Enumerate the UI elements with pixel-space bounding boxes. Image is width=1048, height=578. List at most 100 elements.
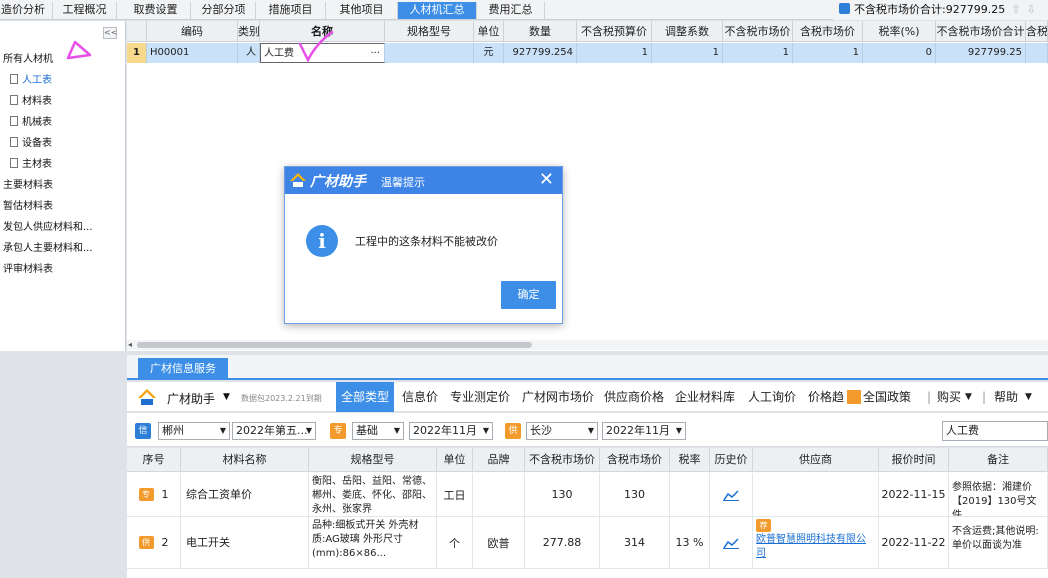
col-header-budget-price[interactable]: 不含税预算价 bbox=[577, 21, 652, 42]
th-note[interactable]: 备注 bbox=[949, 448, 1048, 472]
col-header-tax-rate[interactable]: 税率(%) bbox=[863, 21, 936, 42]
th-index[interactable]: 序号 bbox=[127, 448, 181, 472]
menu-labor-inquiry[interactable]: 人工询价 bbox=[748, 382, 796, 412]
col-header-unit[interactable]: 单位 bbox=[474, 21, 504, 42]
col-header-market-price-ex[interactable]: 不含税市场价 bbox=[723, 21, 793, 42]
scroll-left-icon[interactable]: ◂ bbox=[128, 340, 132, 349]
tree-item-main-materials[interactable]: 主材表 bbox=[10, 158, 52, 172]
supplier-tag-icon: 供 bbox=[138, 536, 154, 549]
pro-type-select[interactable]: 基础 ▼ bbox=[352, 422, 404, 440]
menu-pro-price[interactable]: 专业测定价 bbox=[450, 382, 510, 412]
region-select[interactable]: 郴州 ▼ bbox=[158, 422, 230, 440]
menu-enterprise-lib[interactable]: 企业材料库 bbox=[675, 382, 735, 412]
cell-total-ex[interactable]: 927799.25 bbox=[936, 43, 1026, 63]
scrollbar-thumb[interactable] bbox=[137, 342, 532, 348]
chevron-down-icon[interactable]: ▼ bbox=[965, 382, 972, 412]
col-header-name[interactable]: 名称 bbox=[260, 21, 385, 42]
menu-buy[interactable]: 购买 bbox=[937, 382, 961, 412]
menu-info-price[interactable]: 信息价 bbox=[402, 382, 438, 412]
col-header-total-ex[interactable]: 不含税市场价合计 bbox=[936, 21, 1026, 42]
th-spec[interactable]: 规格型号 bbox=[309, 448, 437, 472]
checkbox-icon[interactable] bbox=[839, 3, 850, 14]
down-arrow-icon[interactable]: ⇩ bbox=[1026, 3, 1035, 16]
supply-month-select[interactable]: 2022年11月 ▼ bbox=[602, 422, 686, 440]
close-icon[interactable]: ✕ bbox=[539, 169, 554, 191]
cell-market-price-ex[interactable]: 1 bbox=[723, 43, 793, 63]
up-arrow-icon[interactable]: ⇧ bbox=[1011, 3, 1020, 16]
supplier-link[interactable]: 欧普智慧照明科技有限公司 bbox=[756, 534, 866, 559]
tab-fee-summary[interactable]: 费用汇总 bbox=[477, 2, 545, 19]
tab-project-overview[interactable]: 工程概况 bbox=[53, 2, 117, 19]
cell-total-in[interactable] bbox=[1026, 43, 1048, 63]
search-input[interactable]: 人工费 bbox=[942, 421, 1048, 441]
tab-sub-items[interactable]: 分部分项 bbox=[192, 2, 256, 19]
tree-item-provisional[interactable]: 暂估材料表 bbox=[3, 200, 53, 214]
col-header-quantity[interactable]: 数量 bbox=[504, 21, 577, 42]
menu-national-policy[interactable]: 全国政策 bbox=[863, 382, 911, 412]
col-header-spec[interactable]: 规格型号 bbox=[385, 21, 474, 42]
tree-item-materials[interactable]: 材料表 bbox=[10, 95, 52, 109]
th-history[interactable]: 历史价 bbox=[710, 448, 753, 472]
tab-cost-analysis[interactable]: 造价分析 bbox=[0, 2, 53, 19]
cell-category[interactable]: 人 bbox=[238, 43, 260, 63]
supply-city-select[interactable]: 长沙 ▼ bbox=[526, 422, 598, 440]
menu-price-trend[interactable]: 价格趋 bbox=[808, 382, 844, 412]
cell-unit[interactable]: 元 bbox=[474, 43, 504, 63]
tab-fee-settings[interactable]: 取费设置 bbox=[121, 2, 191, 19]
menu-market-price[interactable]: 广材网市场价 bbox=[522, 382, 594, 412]
cell-code[interactable]: H00001 bbox=[147, 43, 238, 63]
pro-tag-icon: 专 bbox=[138, 488, 154, 501]
col-header-in-tax[interactable]: 含税 bbox=[1026, 21, 1048, 42]
th-price-ex[interactable]: 不含税市场价 bbox=[525, 448, 600, 472]
chevron-down-icon[interactable]: ▼ bbox=[223, 392, 230, 402]
document-icon bbox=[10, 95, 18, 105]
tree-item-labor[interactable]: 人工表 bbox=[10, 74, 52, 88]
th-material-name[interactable]: 材料名称 bbox=[181, 448, 309, 472]
cell-quantity[interactable]: 927799.254 bbox=[504, 43, 577, 63]
col-header-category[interactable]: 类别 bbox=[238, 21, 260, 42]
tree-item-employer-supplied[interactable]: 发包人供应材料和... bbox=[3, 221, 93, 235]
chevron-down-icon: ▼ bbox=[482, 426, 489, 435]
menu-all-types[interactable]: 全部类型 bbox=[336, 382, 395, 412]
col-header-adjust-factor[interactable]: 调整系数 bbox=[652, 21, 723, 42]
th-price-in[interactable]: 含税市场价 bbox=[600, 448, 670, 472]
tree-item-equipment[interactable]: 设备表 bbox=[10, 137, 52, 151]
history-chart-icon[interactable] bbox=[710, 517, 753, 569]
menu-supplier-price[interactable]: 供应商价格 bbox=[604, 382, 664, 412]
cell-adjust-factor[interactable]: 1 bbox=[652, 43, 723, 63]
th-unit[interactable]: 单位 bbox=[437, 448, 473, 472]
tab-resource-summary[interactable]: 人材机汇总 bbox=[398, 2, 477, 19]
th-tax[interactable]: 税率 bbox=[670, 448, 710, 472]
chevron-down-icon[interactable]: ▼ bbox=[1025, 382, 1032, 412]
tree-item-key-materials[interactable]: 主要材料表 bbox=[3, 179, 53, 193]
tab-guangcai-service[interactable]: 广材信息服务 bbox=[138, 358, 228, 380]
pro-month-select[interactable]: 2022年11月 ▼ bbox=[409, 422, 493, 440]
collapse-panel-button[interactable]: << bbox=[103, 27, 117, 39]
tab-other-items[interactable]: 其他项目 bbox=[326, 2, 398, 19]
row-index[interactable]: 1 bbox=[127, 43, 147, 63]
total-summary: 不含税市场价合计:927799.25 ⇧ ⇩ bbox=[833, 0, 1048, 20]
cell-spec[interactable] bbox=[385, 43, 474, 63]
ok-button[interactable]: 确定 bbox=[501, 281, 556, 309]
supplier-badge-icon: 供 bbox=[505, 423, 521, 439]
menu-help[interactable]: 帮助 bbox=[994, 382, 1018, 412]
period-select[interactable]: 2022年第五... ▼ bbox=[232, 422, 316, 440]
horizontal-scrollbar[interactable]: ◂ bbox=[127, 340, 1048, 350]
tab-measures[interactable]: 措施项目 bbox=[256, 2, 326, 19]
cell-market-price-in[interactable]: 1 bbox=[793, 43, 863, 63]
th-supplier[interactable]: 供应商 bbox=[753, 448, 879, 472]
tree-item-all-resources[interactable]: 所有人材机 bbox=[3, 53, 53, 67]
th-brand[interactable]: 品牌 bbox=[473, 448, 525, 472]
cell-budget-price[interactable]: 1 bbox=[577, 43, 652, 63]
tree-item-review[interactable]: 评审材料表 bbox=[3, 263, 53, 277]
col-header-code[interactable]: 编码 bbox=[147, 21, 238, 42]
service-brand[interactable]: 广材助手 bbox=[167, 390, 215, 407]
ellipsis-button[interactable]: ··· bbox=[370, 44, 380, 62]
cell-tax-rate[interactable]: 0 bbox=[863, 43, 936, 63]
cell-name-editor[interactable]: 人工费 ··· bbox=[260, 43, 385, 63]
tree-item-machinery[interactable]: 机械表 bbox=[10, 116, 52, 130]
col-header-market-price-in[interactable]: 含税市场价 bbox=[793, 21, 863, 42]
th-quote-date[interactable]: 报价时间 bbox=[879, 448, 949, 472]
tree-item-contractor-main[interactable]: 承包人主要材料和... bbox=[3, 242, 93, 256]
history-chart-icon[interactable] bbox=[710, 473, 753, 517]
